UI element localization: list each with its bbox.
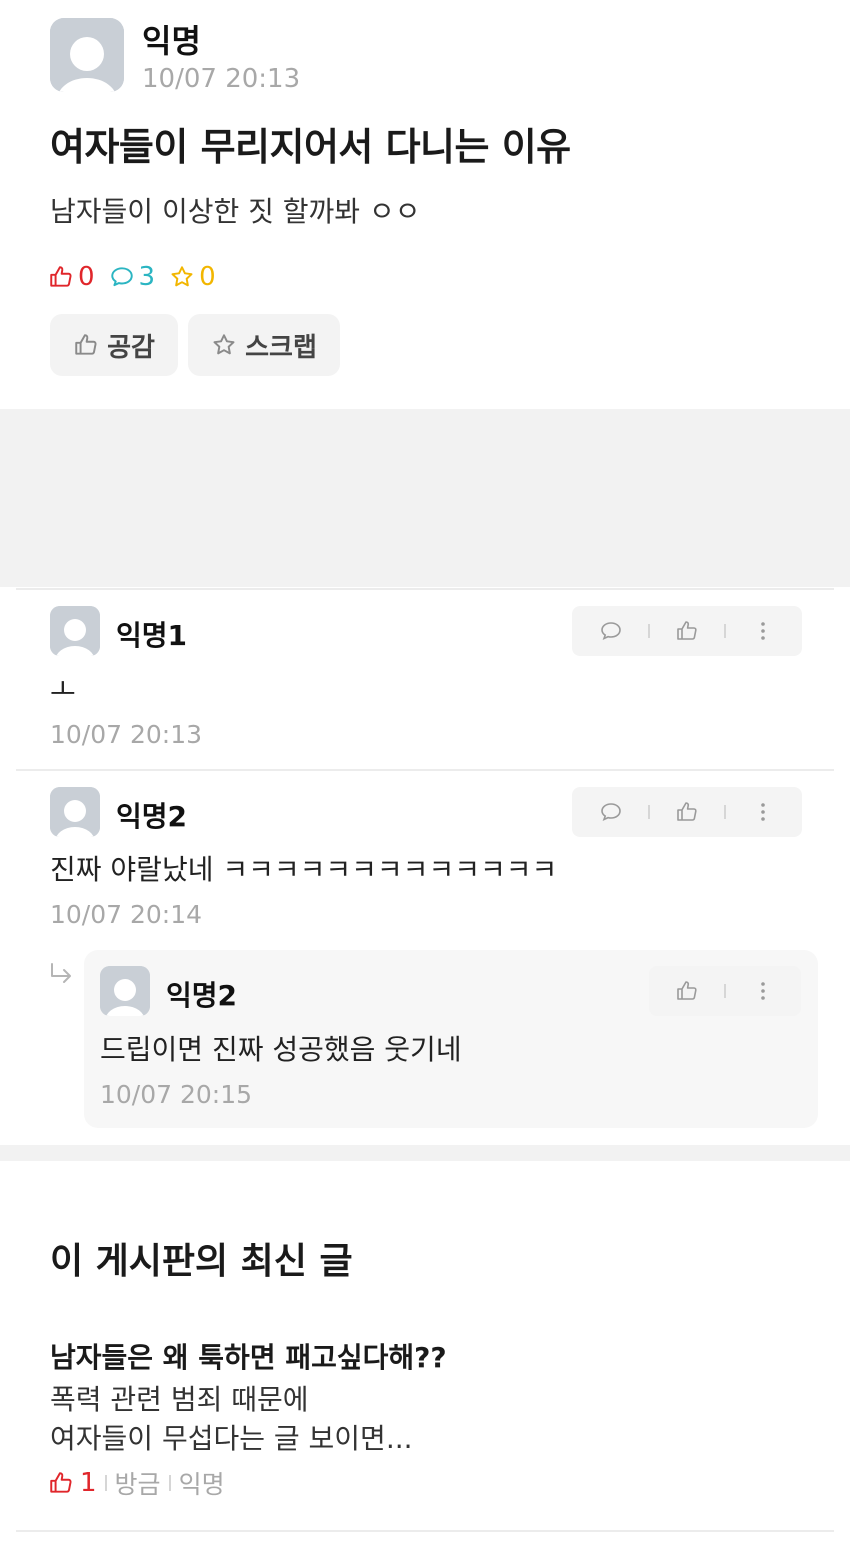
reply-button[interactable] [591, 792, 631, 832]
avatar-icon [50, 787, 100, 837]
actions-separator [724, 624, 727, 638]
latest-post-author: 익명 [178, 1470, 225, 1499]
comment-divider [16, 769, 834, 771]
comment-actions [572, 787, 802, 837]
comment-actions [572, 606, 802, 656]
speech-bubble-icon [600, 803, 621, 822]
latest-post-preview-line2: 여자들이 무섭다는 글 보이면... [50, 1422, 413, 1455]
like-button-label: 공감 [107, 332, 155, 363]
reply-arrow-icon [51, 963, 71, 983]
reply-actions [649, 966, 801, 1016]
latest-like-value: 1 [80, 1468, 97, 1498]
more-vertical-icon [761, 622, 766, 640]
scrap-count: 0 [169, 262, 216, 292]
comment-time: 10/07 20:13 [50, 720, 203, 749]
avatar-icon [50, 18, 124, 92]
comment-like-button[interactable] [667, 611, 707, 651]
comment-avatar [50, 787, 100, 837]
latest-divider [16, 1530, 834, 1532]
star-icon [171, 266, 193, 287]
comment-time: 10/07 20:14 [50, 900, 203, 929]
reply-button[interactable] [591, 611, 631, 651]
reply-text: 드립이면 진짜 성공했음 웃기네 [100, 1033, 462, 1066]
post-body: 남자들이 이상한 짓 할까봐 ㅇㅇ [50, 195, 421, 228]
speech-bubble-icon [110, 267, 133, 287]
thumbs-up-icon [677, 981, 697, 1000]
avatar-icon [100, 966, 150, 1016]
more-vertical-icon [761, 803, 766, 821]
thumbs-up-icon [677, 621, 697, 640]
comment-author: 익명2 [116, 800, 188, 833]
speech-bubble-icon [600, 622, 621, 641]
like-button[interactable]: 공감 [50, 314, 178, 376]
thumbs-up-icon [50, 1472, 72, 1493]
reply-author: 익명2 [166, 979, 238, 1012]
reply-more-button[interactable] [743, 971, 783, 1011]
actions-separator [723, 984, 726, 998]
avatar-icon [50, 606, 100, 656]
comment-count-value: 3 [138, 262, 156, 292]
latest-section-title: 이 게시판의 최신 글 [50, 1241, 353, 1282]
thumbs-up-icon [677, 802, 697, 821]
like-count-value: 0 [78, 262, 95, 292]
latest-post-time: 방금 [114, 1470, 161, 1499]
ad-placeholder [0, 409, 850, 587]
reply-avatar [100, 966, 150, 1016]
star-icon [213, 334, 235, 355]
reply-comment: 익명2 드립이면 진짜 성공했음 웃기네 10/07 20:15 [84, 950, 818, 1128]
post-author-name: 익명 [142, 22, 201, 60]
latest-post-title[interactable]: 남자들은 왜 툭하면 패고싶다해?? [50, 1336, 447, 1376]
comment-author: 익명1 [116, 619, 188, 652]
section-separator [0, 1145, 850, 1161]
post-time: 10/07 20:13 [142, 64, 301, 94]
latest-post-preview-line1: 폭력 관련 범죄 때문에 [50, 1383, 309, 1416]
like-count: 0 [48, 262, 95, 292]
scrap-button[interactable]: 스크랩 [188, 314, 340, 376]
post-stats: 0 3 0 [48, 262, 216, 292]
actions-separator [724, 805, 727, 819]
comment-like-button[interactable] [667, 792, 707, 832]
post-title: 여자들이 무리지어서 다니는 이유 [50, 125, 571, 169]
meta-separator [168, 1475, 171, 1491]
more-vertical-icon [760, 982, 765, 1000]
thumbs-up-icon [50, 266, 72, 287]
comment-avatar [50, 606, 100, 656]
comment-divider [16, 588, 834, 590]
comment-more-button[interactable] [743, 792, 783, 832]
post-author-avatar [50, 18, 124, 92]
comment-count: 3 [109, 262, 156, 292]
scrap-count-value: 0 [199, 262, 216, 292]
comment-more-button[interactable] [743, 611, 783, 651]
reply-time: 10/07 20:15 [100, 1080, 253, 1109]
comment-text: ㅗ [50, 673, 76, 706]
actions-separator [647, 624, 650, 638]
thumbs-up-icon [75, 334, 97, 355]
scrap-button-label: 스크랩 [245, 332, 317, 363]
reply-like-button[interactable] [667, 971, 707, 1011]
meta-separator [104, 1475, 107, 1491]
latest-like-count: 1 [48, 1468, 97, 1498]
comment-text: 진짜 야랄났네 ㅋㅋㅋㅋㅋㅋㅋㅋㅋㅋㅋㅋㅋ [50, 853, 558, 886]
actions-separator [647, 805, 650, 819]
latest-post-meta: 1 방금 익명 [48, 1465, 225, 1501]
